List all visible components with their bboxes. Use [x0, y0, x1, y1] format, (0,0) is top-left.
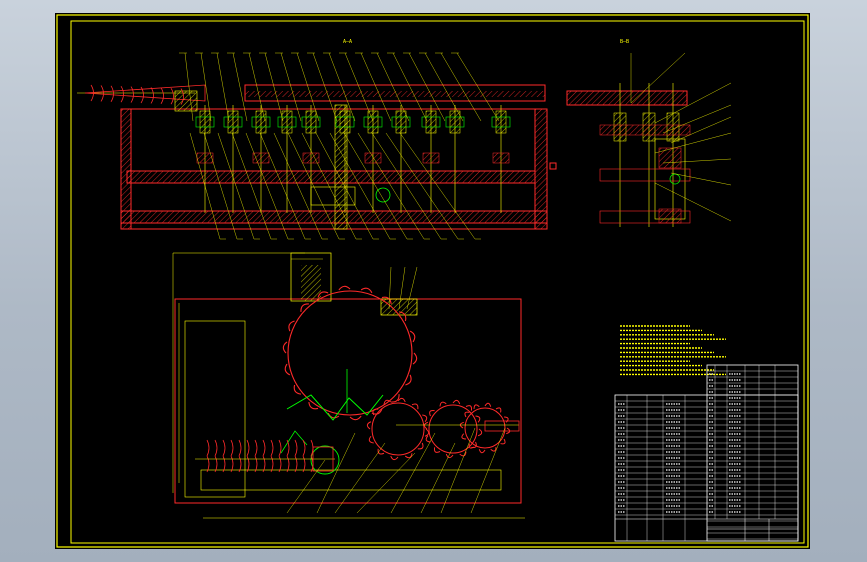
side-view-caption: B—B — [620, 39, 629, 45]
cad-viewport[interactable]: A—A B—B — [55, 13, 810, 549]
top-section-view: A—A — [77, 39, 557, 240]
side-section-view: B—B — [566, 39, 732, 227]
title-block — [614, 364, 799, 542]
assembly-drawing: A—A B—B — [56, 14, 809, 548]
front-elevation-view — [172, 252, 525, 519]
technical-notes — [620, 325, 726, 376]
top-view-caption: A—A — [343, 39, 352, 45]
